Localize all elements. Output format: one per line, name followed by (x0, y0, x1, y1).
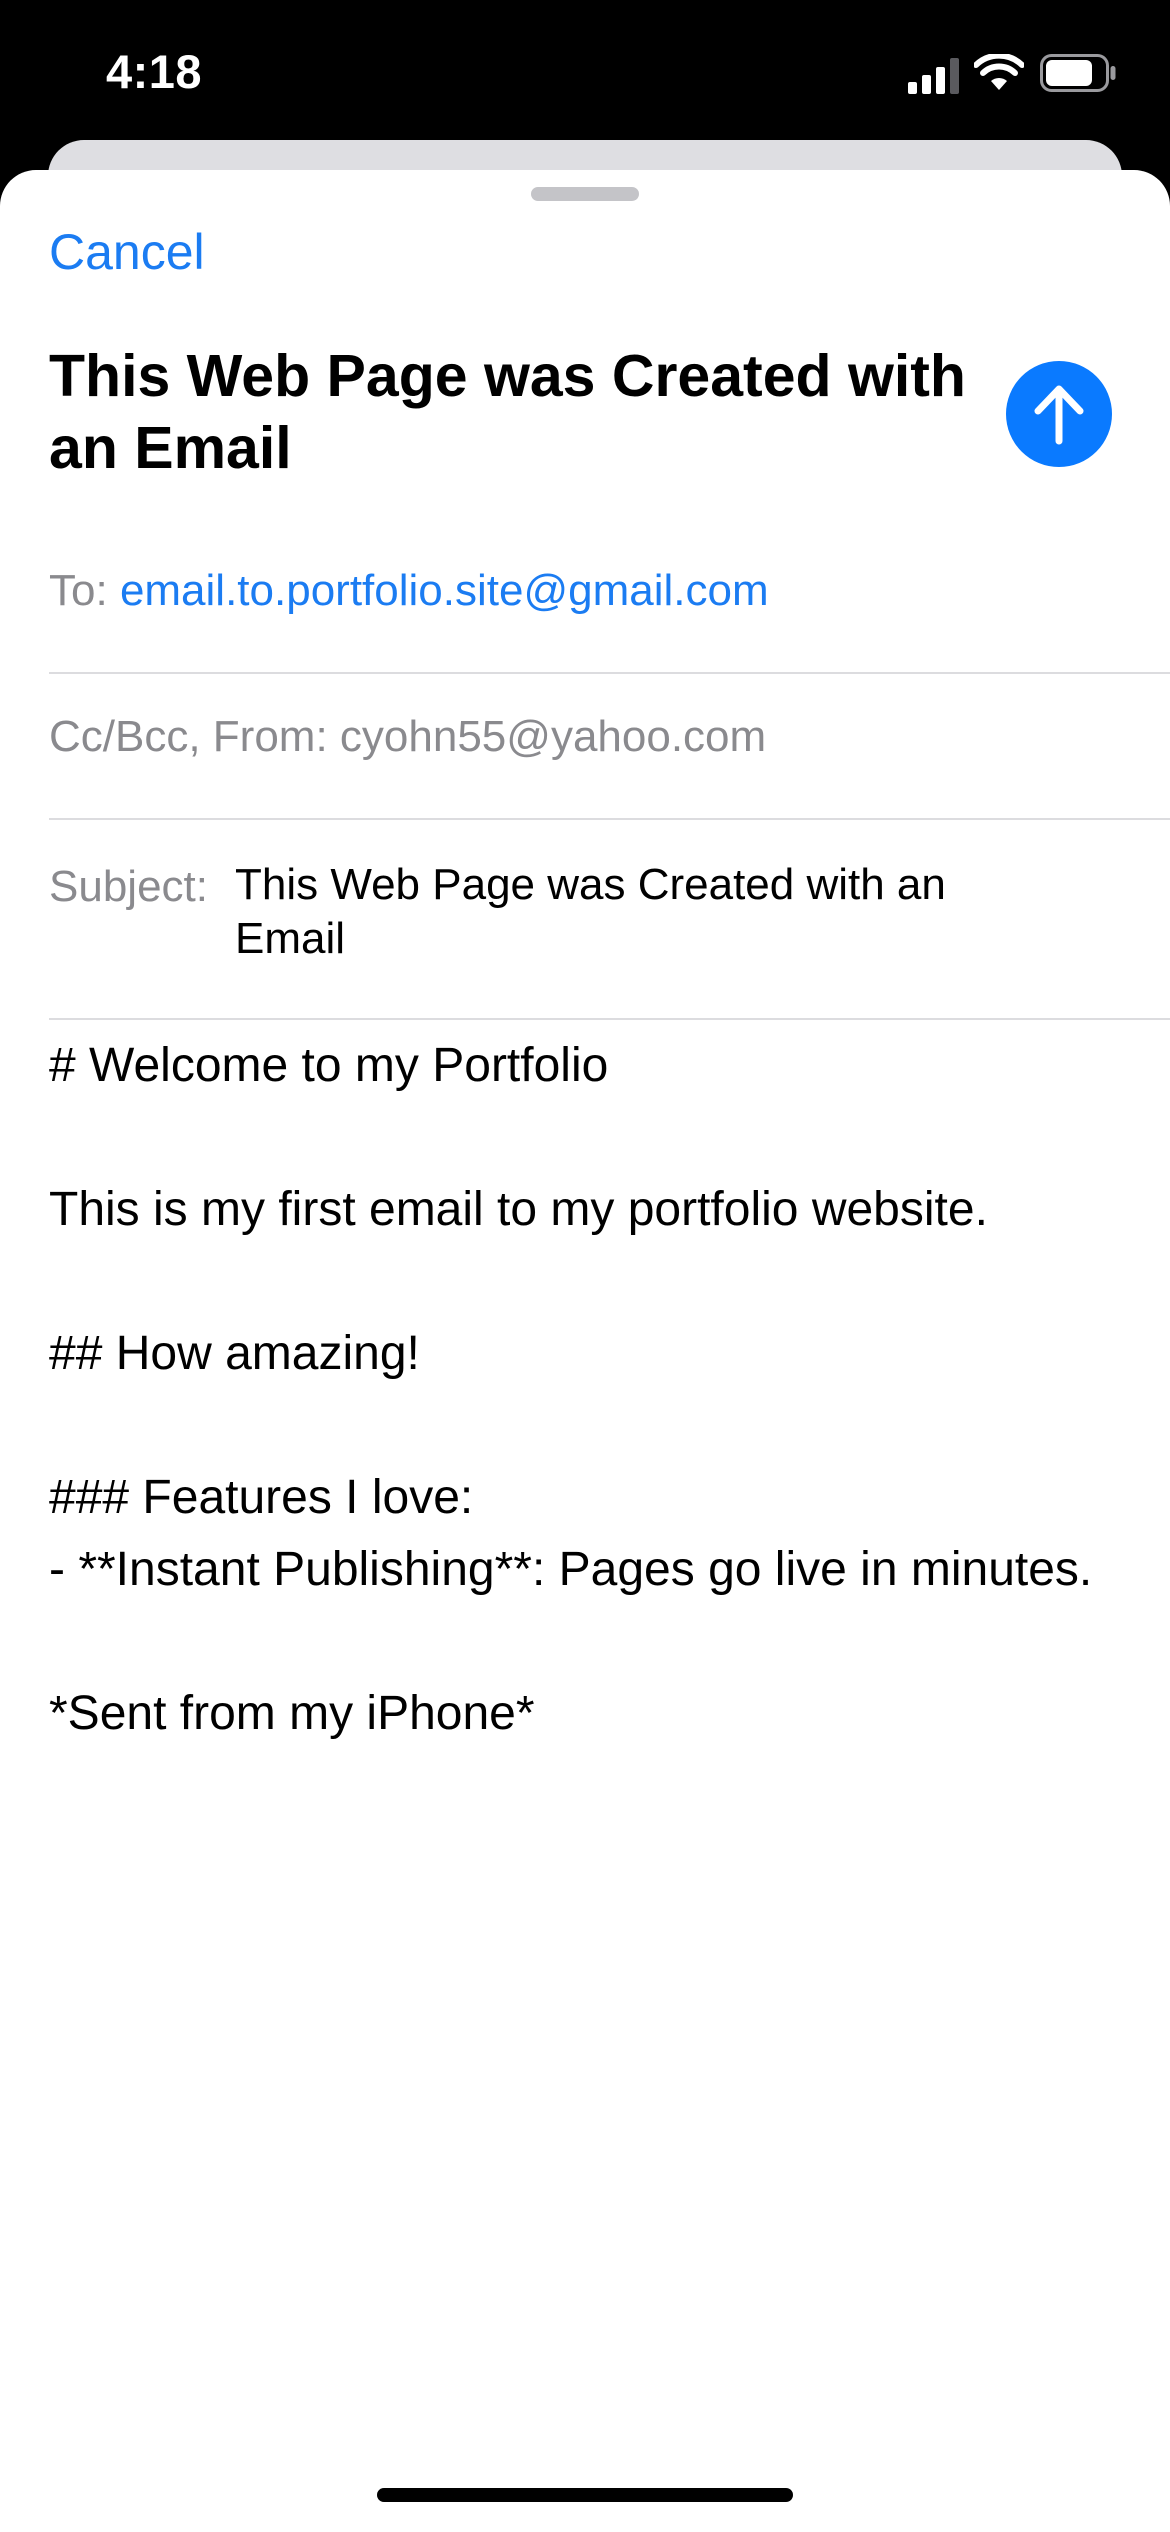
cc-bcc-from-label: Cc/Bcc, From: (49, 712, 328, 761)
divider (49, 672, 1170, 674)
home-indicator[interactable] (377, 2488, 793, 2502)
arrow-up-icon (1034, 385, 1084, 445)
status-icons (908, 50, 1118, 100)
to-field[interactable]: To: email.to.portfolio.site@gmail.com (49, 566, 1170, 616)
divider (49, 818, 1170, 820)
cc-bcc-from-field[interactable]: Cc/Bcc, From: cyohn55@yahoo.com (49, 712, 1170, 762)
cancel-button[interactable]: Cancel (49, 223, 205, 281)
send-button[interactable] (1006, 361, 1112, 467)
from-address[interactable]: cyohn55@yahoo.com (340, 712, 766, 761)
cellular-signal-icon (908, 58, 959, 94)
wifi-icon (974, 54, 1024, 90)
subject-field[interactable]: Subject: This Web Page was Created with … (49, 860, 1170, 966)
subject-label: Subject: (49, 862, 208, 911)
message-body[interactable]: # Welcome to my Portfolio This is my fir… (49, 1030, 1129, 1750)
subject-input[interactable]: This Web Page was Created with an Email (235, 858, 995, 966)
compose-title: This Web Page was Created with an Email (49, 343, 966, 481)
status-time: 4:18 (106, 45, 203, 98)
compose-sheet: Cancel This Web Page was Created with an… (0, 170, 1170, 2532)
sheet-grabber[interactable] (531, 187, 639, 201)
to-label: To: (49, 566, 108, 615)
battery-icon (1040, 54, 1116, 92)
divider (49, 1018, 1170, 1020)
screen: 4:18 Cancel This Web Page was Created wi… (0, 0, 1170, 2532)
to-recipient[interactable]: email.to.portfolio.site@gmail.com (120, 566, 769, 615)
